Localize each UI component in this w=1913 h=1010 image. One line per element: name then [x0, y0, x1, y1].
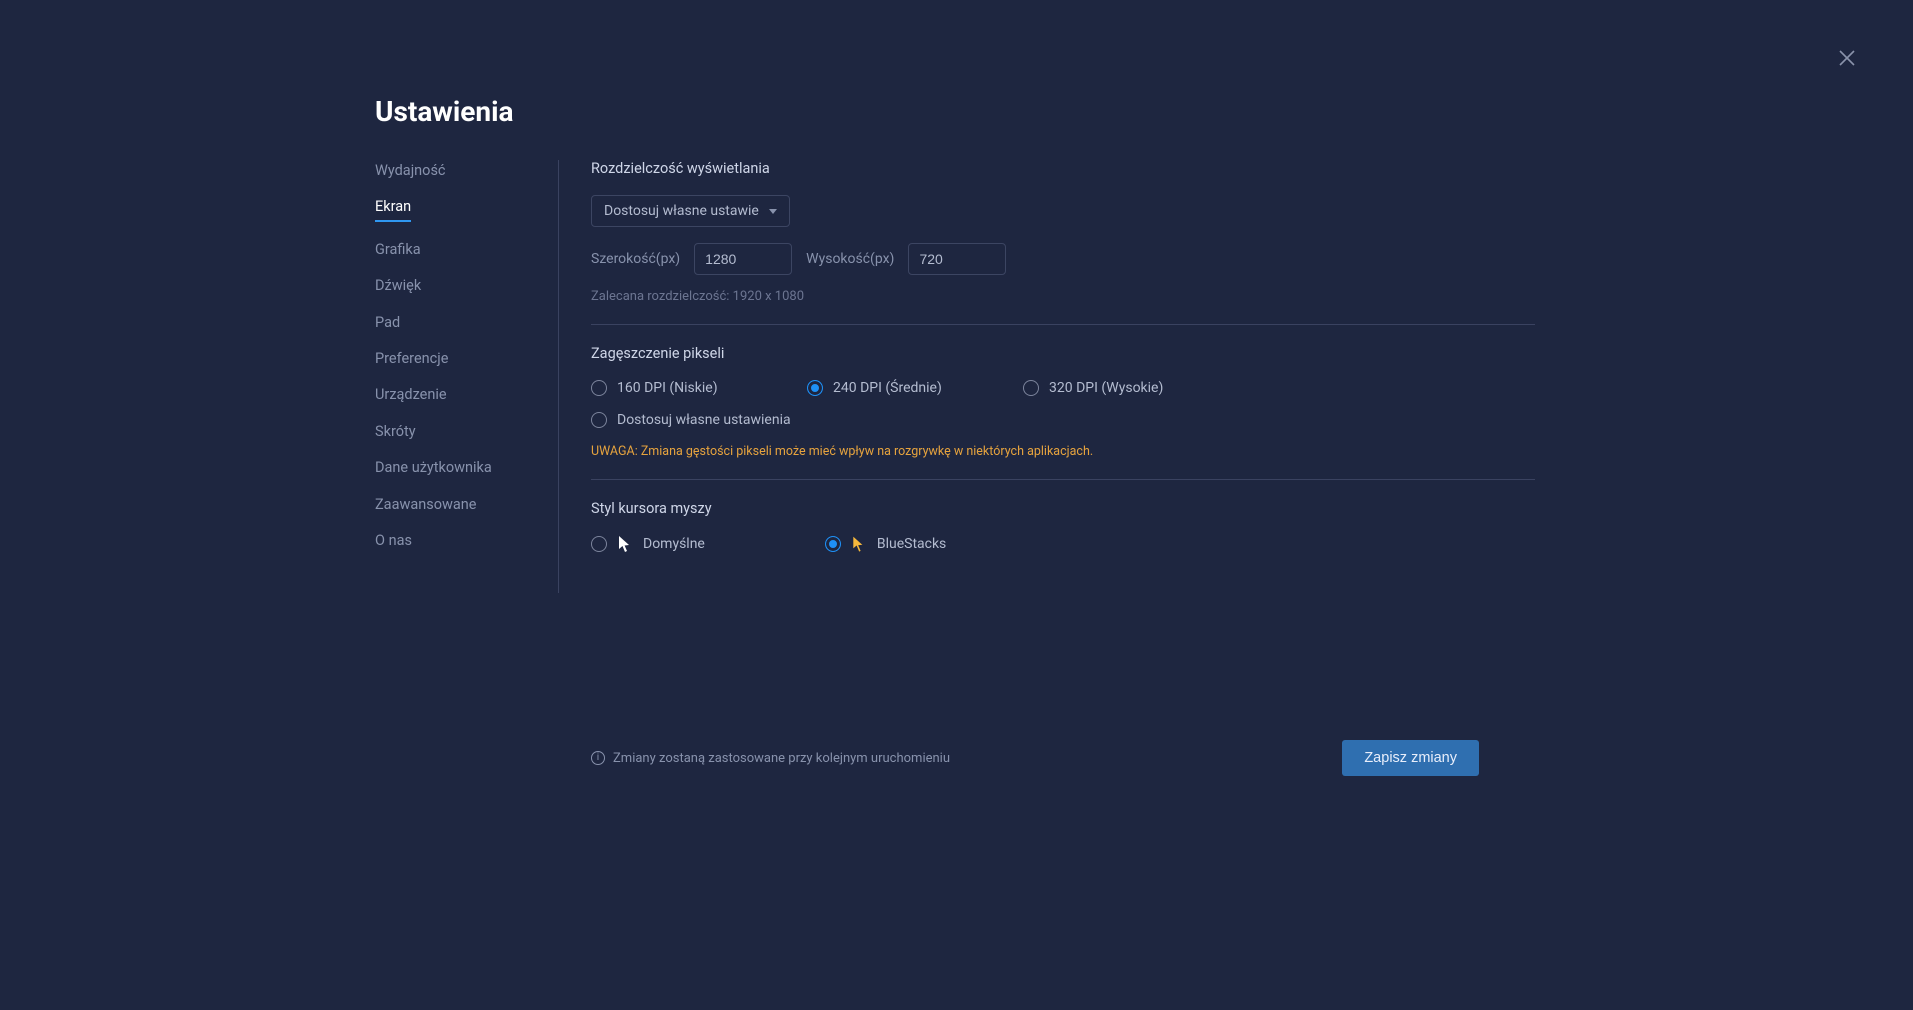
nav-item-screen[interactable]: Ekran: [375, 198, 411, 221]
cursor-bluestacks-icon: [851, 535, 867, 553]
close-icon[interactable]: [1837, 48, 1857, 68]
nav-item-userdata[interactable]: Dane użytkownika: [375, 459, 492, 476]
settings-nav: Wydajność Ekran Grafika Dźwięk Pad Preferencj…: [375, 160, 559, 593]
density-option-2[interactable]: 320 DPI (Wysokie): [1023, 380, 1183, 396]
cursor-option-label: BlueStacks: [877, 536, 946, 552]
density-title: Zagęszczenie pikseli: [591, 345, 1535, 362]
cursor-option-default[interactable]: Domyślne: [591, 535, 705, 553]
recommended-resolution: Zalecana rozdzielczość: 1920 x 1080: [591, 289, 1535, 304]
footer-bar: i Zmiany zostaną zastosowane przy kolejn…: [591, 740, 1535, 776]
nav-item-perf[interactable]: Wydajność: [375, 162, 446, 179]
radio-icon: [591, 412, 607, 428]
nav-item-pad[interactable]: Pad: [375, 314, 400, 331]
resolution-select[interactable]: Dostosuj własne ustawie: [591, 195, 790, 227]
nav-item-advanced[interactable]: Zaawansowane: [375, 496, 477, 513]
info-icon: i: [591, 751, 605, 765]
nav-item-about[interactable]: O nas: [375, 532, 412, 549]
density-option-3[interactable]: Dostosuj własne ustawienia: [591, 412, 1535, 428]
save-button[interactable]: Zapisz zmiany: [1342, 740, 1479, 776]
restart-note: i Zmiany zostaną zastosowane przy kolejn…: [591, 751, 950, 766]
height-label: Wysokość(px): [806, 251, 894, 267]
density-option-label: 160 DPI (Niskie): [617, 380, 718, 396]
nav-item-shortcuts[interactable]: Skróty: [375, 423, 416, 440]
cursor-option-bluestacks[interactable]: BlueStacks: [825, 535, 946, 553]
resolution-select-label: Dostosuj własne ustawie: [604, 203, 759, 219]
radio-icon: [1023, 380, 1039, 396]
cursor-option-label: Domyślne: [643, 536, 705, 552]
restart-note-text: Zmiany zostaną zastosowane przy kolejnym…: [613, 751, 950, 766]
density-option-1[interactable]: 240 DPI (Średnie): [807, 380, 967, 396]
density-option-0[interactable]: 160 DPI (Niskie): [591, 380, 751, 396]
density-option-label: 240 DPI (Średnie): [833, 380, 942, 396]
radio-icon: [591, 536, 607, 552]
section-density: Zagęszczenie pikseli 160 DPI (Niskie) 240…: [591, 345, 1535, 480]
radio-icon: [825, 536, 841, 552]
radio-icon: [807, 380, 823, 396]
section-cursor: Styl kursora myszy Domyślne BlueStacks: [591, 500, 1535, 573]
chevron-down-icon: [769, 209, 777, 214]
cursor-default-icon: [617, 535, 633, 553]
cursor-title: Styl kursora myszy: [591, 500, 1535, 517]
nav-item-prefs[interactable]: Preferencje: [375, 350, 448, 367]
density-warning: UWAGA: Zmiana gęstości pikseli może mieć…: [591, 444, 1535, 459]
nav-item-graphics[interactable]: Grafika: [375, 241, 421, 258]
width-label: Szerokość(px): [591, 251, 680, 267]
width-input[interactable]: [694, 243, 792, 275]
resolution-title: Rozdzielczość wyświetlania: [591, 160, 1535, 177]
section-resolution: Rozdzielczość wyświetlania Dostosuj włas…: [591, 160, 1535, 325]
density-option-label: 320 DPI (Wysokie): [1049, 380, 1163, 396]
page-title: Ustawienia: [375, 95, 1535, 128]
height-input[interactable]: [908, 243, 1006, 275]
nav-item-device[interactable]: Urządzenie: [375, 386, 447, 403]
radio-icon: [591, 380, 607, 396]
nav-item-sound[interactable]: Dźwięk: [375, 277, 421, 294]
density-option-label: Dostosuj własne ustawienia: [617, 412, 791, 428]
